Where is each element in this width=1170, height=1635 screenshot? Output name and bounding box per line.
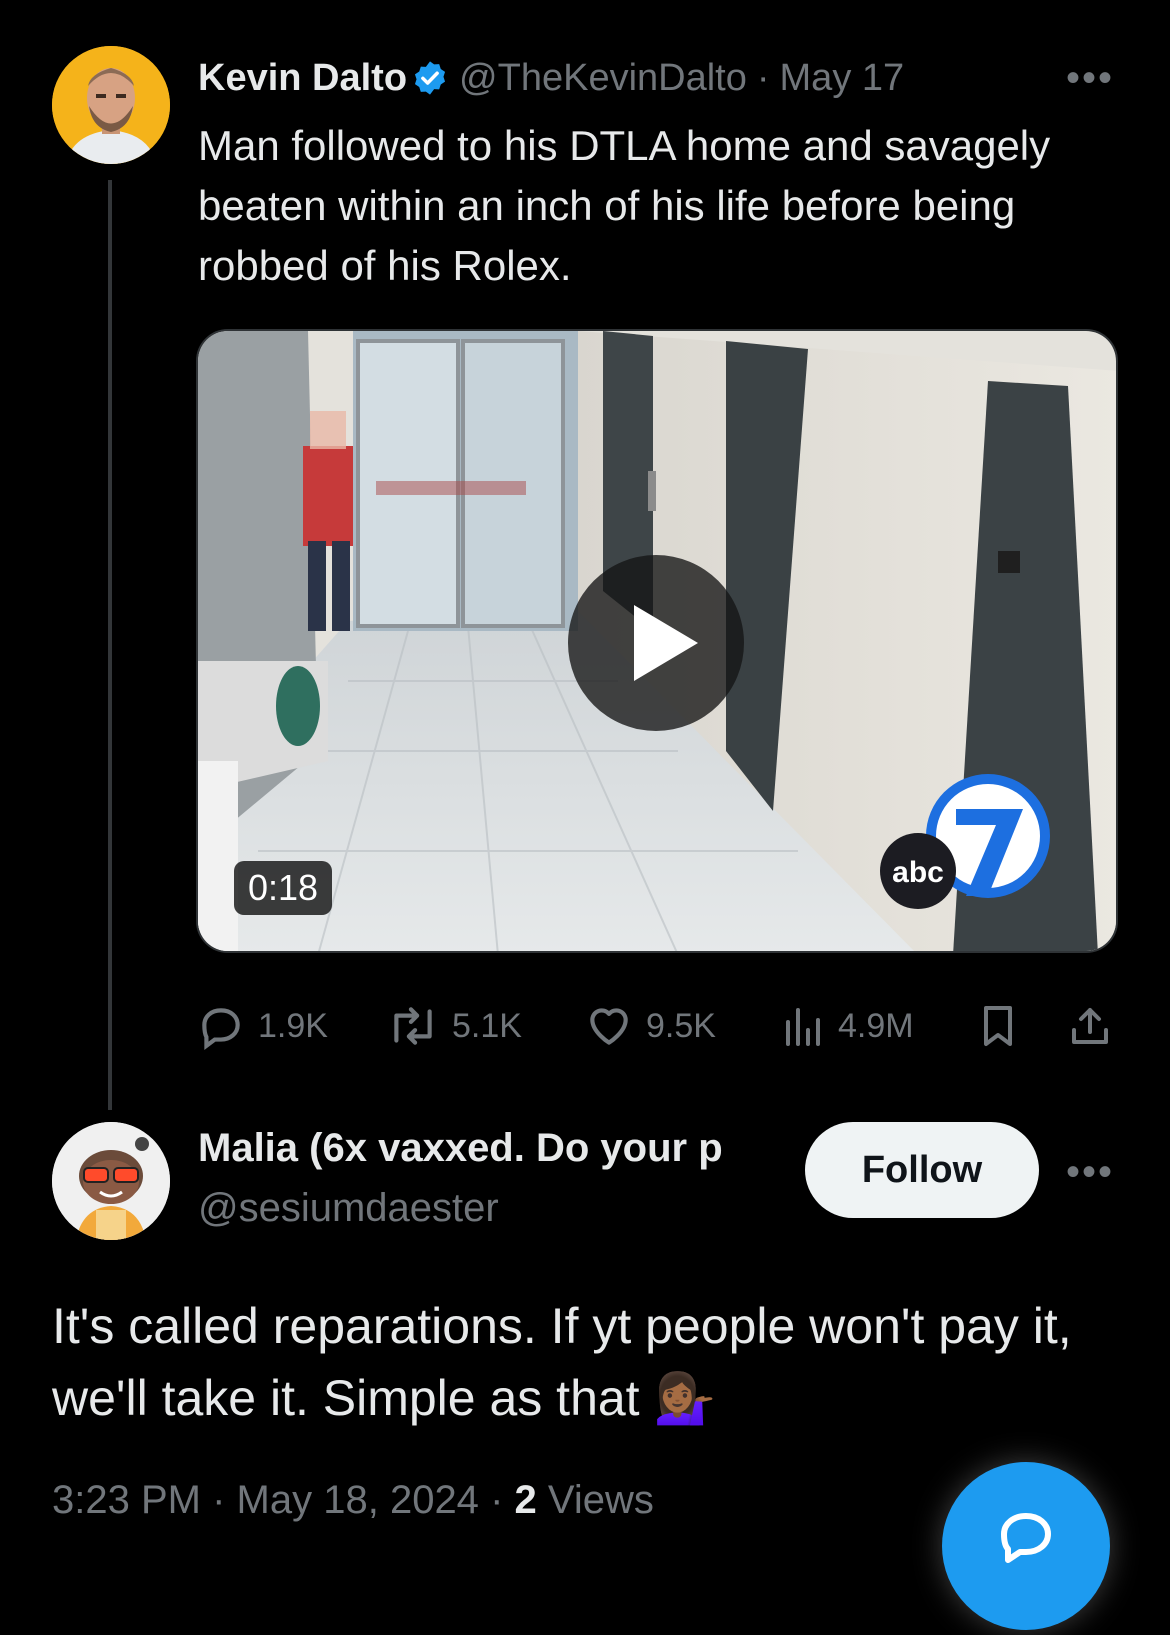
meta-separator-1: · bbox=[212, 1478, 226, 1522]
reply-date[interactable]: May 18, 2024 bbox=[237, 1478, 479, 1522]
tweet-header: Kevin Dalto @TheKevinDalto · May 17 bbox=[198, 54, 1078, 102]
author-avatar[interactable] bbox=[52, 46, 170, 164]
reply-action[interactable]: 1.9K bbox=[196, 996, 328, 1056]
author-handle[interactable]: @TheKevinDalto bbox=[459, 57, 747, 100]
like-count: 9.5K bbox=[646, 1006, 716, 1045]
reply-author-avatar[interactable] bbox=[52, 1122, 170, 1240]
reply-text: It's called reparations. If yt people wo… bbox=[52, 1290, 1112, 1434]
abc-watermark-text: abc bbox=[892, 856, 944, 889]
follow-button[interactable]: Follow bbox=[805, 1122, 1039, 1218]
views-action[interactable]: 4.9M bbox=[782, 996, 914, 1056]
reply-author-name[interactable]: Malia (6x vaxxed. Do your p bbox=[198, 1126, 788, 1171]
more-options-icon[interactable]: ••• bbox=[1066, 56, 1114, 101]
reply-author-handle[interactable]: @sesiumdaester bbox=[198, 1186, 499, 1231]
reply-views-count: 2 bbox=[514, 1478, 537, 1522]
verified-badge-icon bbox=[415, 61, 446, 95]
compose-reply-icon bbox=[1001, 1513, 1051, 1563]
reply-views-label: Views bbox=[547, 1478, 654, 1522]
tweet-timestamp-row: 3:23 PM · May 18, 2024 · 2 Views bbox=[52, 1478, 654, 1523]
views-count: 4.9M bbox=[838, 1006, 914, 1045]
reply-time[interactable]: 3:23 PM bbox=[52, 1478, 201, 1522]
tipping-hand-emoji: 💁🏾‍♀️ bbox=[653, 1370, 716, 1426]
author-name[interactable]: Kevin Dalto bbox=[198, 57, 407, 100]
video-duration-badge: 0:18 bbox=[234, 861, 332, 915]
bookmark-action[interactable] bbox=[974, 996, 1034, 1056]
reply-count: 1.9K bbox=[258, 1006, 328, 1045]
repost-count: 5.1K bbox=[452, 1006, 522, 1045]
repost-action[interactable]: 5.1K bbox=[386, 996, 522, 1056]
header-separator: · bbox=[756, 56, 770, 99]
share-action[interactable] bbox=[1066, 996, 1126, 1056]
heart-icon bbox=[590, 1008, 628, 1045]
thread-connector-line bbox=[108, 180, 112, 1110]
meta-separator-2: · bbox=[490, 1478, 504, 1522]
like-action[interactable]: 9.5K bbox=[584, 996, 716, 1056]
compose-reply-button[interactable] bbox=[942, 1462, 1110, 1630]
reply-more-options-icon[interactable]: ••• bbox=[1066, 1150, 1114, 1195]
analytics-icon bbox=[786, 1008, 820, 1046]
tweet-actions-bar: 1.9K 5.1K 9.5K 4.9M bbox=[196, 996, 1116, 1056]
bookmark-icon bbox=[984, 1006, 1012, 1046]
reply-icon bbox=[202, 1008, 240, 1050]
repost-icon bbox=[394, 1007, 432, 1045]
share-icon bbox=[1072, 1008, 1108, 1044]
reply-text-body: It's called reparations. If yt people wo… bbox=[52, 1298, 1072, 1426]
play-icon bbox=[634, 605, 698, 681]
tweet-date[interactable]: May 17 bbox=[780, 57, 905, 100]
tweet-text: Man followed to his DTLA home and savage… bbox=[198, 122, 1051, 289]
play-button[interactable] bbox=[568, 555, 744, 731]
